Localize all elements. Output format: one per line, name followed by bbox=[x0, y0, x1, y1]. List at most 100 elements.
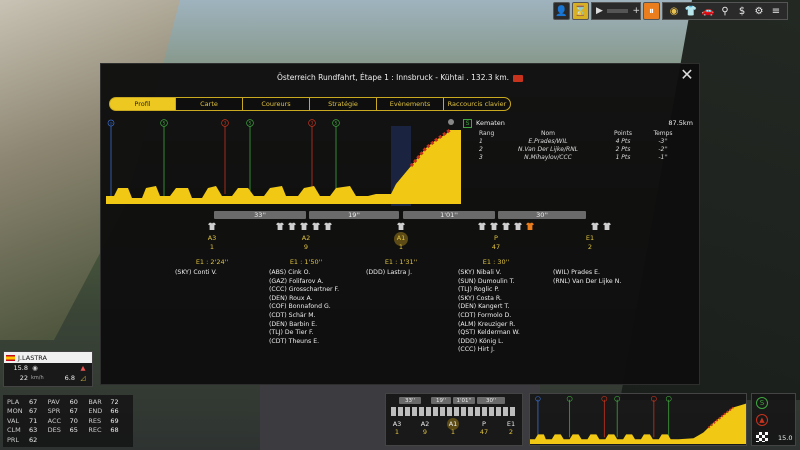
group-count: 47 bbox=[491, 243, 501, 251]
group-riders-a1: (DDD) Lastra J. bbox=[366, 269, 412, 278]
list-item[interactable]: (SKY) Conti V. bbox=[175, 269, 217, 278]
list-item[interactable]: (SUN) Dumoulin T. bbox=[458, 278, 520, 287]
list-item[interactable]: (TLJ) De Tier F. bbox=[269, 329, 339, 338]
stat-item: BAR 72 bbox=[88, 398, 119, 406]
tab-carte[interactable]: Carte bbox=[175, 97, 243, 111]
sprint-km: 87.5km bbox=[668, 119, 693, 127]
rider-kmh: 22 bbox=[19, 374, 28, 382]
mini-jerseys bbox=[391, 407, 516, 416]
cycle-icon[interactable]: ⚙ bbox=[751, 6, 767, 17]
game-toolbar: 👤 ⌛ ▶ + ⏸ ◉ 👕 🚗 ⚲ $ ⚙ ≡ bbox=[553, 2, 788, 22]
rider-icon-button[interactable]: 👤 bbox=[553, 2, 570, 20]
race-groups: 33'' 19'' 1'01'' 30'' A3 1 A2 9 A1 1 P 4… bbox=[101, 209, 701, 369]
group-jersey-icon[interactable] bbox=[208, 222, 216, 230]
close-icon[interactable]: ✕ bbox=[679, 67, 695, 84]
finish-flag-icon bbox=[756, 432, 768, 442]
menu-icon[interactable]: ≡ bbox=[768, 6, 784, 17]
group-jersey-icon[interactable] bbox=[324, 222, 332, 230]
mini-code: A3 bbox=[392, 420, 402, 428]
stat-item: SPR 67 bbox=[47, 407, 78, 416]
group-jersey-icon[interactable] bbox=[397, 222, 405, 230]
group-jersey-icon[interactable] bbox=[502, 222, 510, 230]
group-jersey-icon-highlight[interactable] bbox=[526, 222, 534, 230]
list-item[interactable]: (SKY) Costa R. bbox=[458, 295, 520, 304]
sprint-icon[interactable]: S bbox=[756, 397, 768, 409]
list-item[interactable]: (QST) Kelderman W. bbox=[458, 329, 520, 338]
group-jersey-icon[interactable] bbox=[300, 222, 308, 230]
list-item[interactable]: (DDD) König L. bbox=[458, 338, 520, 347]
group-jersey-icon[interactable] bbox=[276, 222, 284, 230]
stat-item: RES 69 bbox=[88, 416, 119, 425]
row-temps: -2'' bbox=[658, 146, 668, 153]
row-points: 4 Pts bbox=[615, 138, 631, 145]
kmh-unit: km/h bbox=[31, 375, 44, 381]
gap-pill: 30'' bbox=[498, 211, 586, 219]
climb-marker-1: 3 bbox=[224, 121, 227, 126]
list-item[interactable]: (CDT) Formolo D. bbox=[458, 312, 520, 321]
col-points: Points bbox=[613, 130, 633, 137]
mini-code: E1 bbox=[506, 420, 516, 428]
bike-icon[interactable]: ⚲ bbox=[717, 6, 733, 17]
stage-profile[interactable]: ⊙ S 3 S 3 S bbox=[106, 116, 461, 208]
list-item[interactable]: (ABS) Cink O. bbox=[269, 269, 339, 278]
list-item[interactable]: (TLJ) Roglic P. bbox=[458, 286, 520, 295]
jersey-icon[interactable]: 👕 bbox=[683, 6, 699, 17]
group-jersey-icon[interactable] bbox=[312, 222, 320, 230]
tab-raccourcis[interactable]: Raccourcis clavier bbox=[443, 97, 511, 111]
group-jersey-icon[interactable] bbox=[478, 222, 486, 230]
pause-icon[interactable]: ⏸ bbox=[643, 2, 660, 20]
speed-control[interactable]: ▶ + bbox=[591, 2, 641, 20]
group-count: 1 bbox=[398, 243, 404, 251]
list-item[interactable]: (ALM) Kreuziger R. bbox=[458, 321, 520, 330]
stat-item: ACC 70 bbox=[47, 416, 78, 425]
climb-icon[interactable]: ▲ bbox=[756, 414, 768, 426]
tab-strategie[interactable]: Stratégie bbox=[309, 97, 377, 111]
list-item[interactable]: (GAZ) Folifarov A. bbox=[269, 278, 339, 287]
list-item[interactable]: (CCC) Grosschartner F. bbox=[269, 286, 339, 295]
car-icon[interactable]: 🚗 bbox=[700, 6, 716, 17]
group-time: E1 : 2'24'' bbox=[195, 258, 229, 266]
list-item[interactable]: (WIL) Prades E. bbox=[553, 269, 621, 278]
rider-speed: 15.8 bbox=[13, 364, 28, 372]
play-icon[interactable]: ▶ bbox=[596, 6, 603, 16]
list-item[interactable]: (CCC) Hirt J. bbox=[458, 346, 520, 355]
row-points: 1 Pts bbox=[615, 154, 631, 161]
hourglass-icon-button[interactable]: ⌛ bbox=[572, 2, 589, 20]
list-item[interactable]: (DEN) Barbin E. bbox=[269, 321, 339, 330]
slope-icon: ◿ bbox=[80, 374, 86, 382]
tab-coureurs[interactable]: Coureurs bbox=[242, 97, 310, 111]
stat-item: PLA 67 bbox=[7, 398, 38, 406]
group-jersey-icon[interactable] bbox=[288, 222, 296, 230]
list-item[interactable]: (COF) Bonnafond G. bbox=[269, 303, 339, 312]
selected-rider-card[interactable]: J.LASTRA 15.8 ◉ ▲ 22 km/h 6.8 ◿ bbox=[3, 351, 93, 387]
group-jersey-icon[interactable] bbox=[591, 222, 599, 230]
zoom-toggle-icon[interactable] bbox=[448, 119, 454, 125]
eye-icon[interactable]: ◉ bbox=[666, 6, 682, 17]
money-icon[interactable]: $ bbox=[734, 6, 750, 17]
climb-marker-2: 3 bbox=[311, 121, 314, 126]
group-jersey-icon[interactable] bbox=[514, 222, 522, 230]
list-item[interactable]: (DEN) Kangert T. bbox=[458, 303, 520, 312]
list-item[interactable]: (SKY) Nibali V. bbox=[458, 269, 520, 278]
row-nom: N.Van Der Lijke/RNL bbox=[517, 146, 579, 153]
row-nom: E.Prades/WIL bbox=[528, 138, 568, 145]
stat-item: REC 68 bbox=[88, 426, 119, 435]
mini-stage-profile[interactable] bbox=[529, 393, 747, 446]
tab-profil[interactable]: Profil bbox=[109, 97, 176, 111]
col-rang: Rang bbox=[479, 130, 495, 137]
list-item[interactable]: (DEN) Roux A. bbox=[269, 295, 339, 304]
view-options: ◉ 👕 🚗 ⚲ $ ⚙ ≡ bbox=[662, 2, 788, 20]
group-jersey-icon[interactable] bbox=[603, 222, 611, 230]
group-jersey-icon[interactable] bbox=[490, 222, 498, 230]
energy-icon: ▲ bbox=[80, 364, 86, 372]
list-item[interactable]: (DDD) Lastra J. bbox=[366, 269, 412, 278]
list-item[interactable]: (RNL) Van Der Lijke N. bbox=[553, 278, 621, 287]
mini-race-groups[interactable]: 33'' 19'' 1'01'' 30'' A3 1 A2 9 A1 1 P 4… bbox=[385, 393, 523, 446]
mini-code: P bbox=[482, 420, 486, 428]
col-temps: Temps bbox=[653, 130, 673, 137]
mini-gap: 33'' bbox=[399, 397, 421, 404]
list-item[interactable]: (CDT) Theuns E. bbox=[269, 338, 339, 347]
list-item[interactable]: (CDT) Schär M. bbox=[269, 312, 339, 321]
mini-count: 2 bbox=[508, 428, 514, 436]
tab-evenements[interactable]: Evènements bbox=[376, 97, 444, 111]
